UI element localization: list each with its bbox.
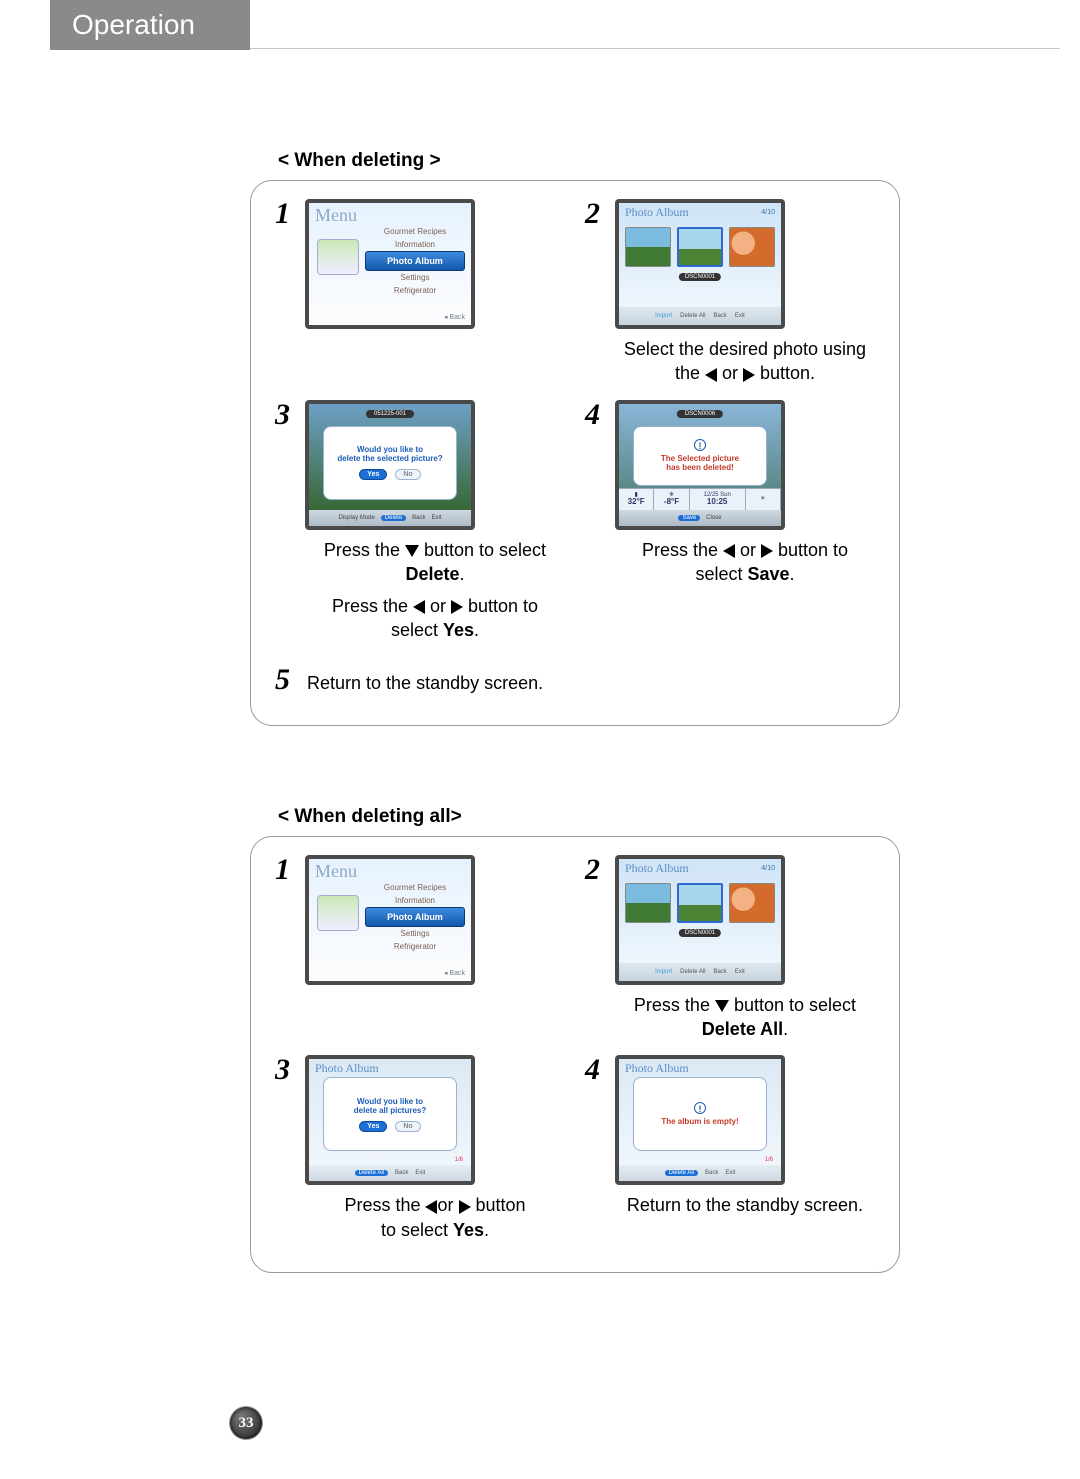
photo-thumb (729, 227, 775, 267)
step-number: 2 (585, 855, 607, 885)
dialog-yes: Yes (359, 469, 387, 480)
s2-step3: 3 Photo Album Would you like to delete a… (275, 1055, 565, 1242)
left-arrow-icon (723, 544, 735, 558)
menu-screen: Menu Gourmet Recipes Information Photo A… (305, 199, 475, 329)
s1-step3-caption2: Press the or button to select Yes. (305, 594, 565, 643)
step-number: 4 (585, 400, 607, 430)
right-arrow-icon (459, 1200, 471, 1214)
s2-step2: 2 Photo Album 4/10 DSC (585, 855, 875, 1042)
right-arrow-icon (743, 368, 755, 382)
menu-title: Menu (315, 205, 357, 226)
album-count: 4/10 (761, 209, 775, 216)
menu-item: Information (365, 238, 465, 251)
step-number: 3 (275, 1055, 297, 1085)
menu-back: ◂ Back (444, 313, 465, 321)
album-footer: Import Delete All Back Exit (619, 307, 781, 325)
right-arrow-icon (761, 544, 773, 558)
delete-dialog-screen: 051225-001 Would you like to delete the … (305, 400, 475, 530)
step-number: 1 (275, 855, 297, 885)
s2-step1: 1 Menu Gourmet Recipes Information Photo… (275, 855, 565, 1042)
s1-step3: 3 051225-001 Would you like to delete th… (275, 400, 565, 643)
delete-all-dialog-screen: Photo Album Would you like to delete all… (305, 1055, 475, 1185)
left-arrow-icon (425, 1200, 437, 1214)
dialog-pill: 051225-001 (366, 410, 414, 418)
step-number: 2 (585, 199, 607, 229)
photo-thumb-selected (677, 227, 723, 267)
content: < When deleting > 1 Menu Gourmet Recipes (250, 70, 900, 1273)
album-empty-screen: Photo Album ! The album is empty! 1/6 De… (615, 1055, 785, 1185)
menu-item: Refrigerator (365, 284, 465, 297)
menu-thumbnail (317, 239, 359, 275)
menu-screen: Menu Gourmet Recipes Information Photo A… (305, 855, 475, 985)
section2-title: < When deleting all> (250, 806, 900, 828)
step-number: 4 (585, 1055, 607, 1085)
album-screen: Photo Album 4/10 DSCN0001 Import (615, 855, 785, 985)
info-icon: ! (694, 439, 706, 451)
s2-step2-caption: Press the button to select Delete All. (615, 993, 875, 1042)
down-arrow-icon (715, 1000, 729, 1012)
s1-step2: 2 Photo Album 4/10 DSC (585, 199, 875, 386)
step-number: 1 (275, 199, 297, 229)
section1-title: < When deleting > (250, 150, 900, 172)
step-number: 3 (275, 400, 297, 430)
page-number-badge: 33 (230, 1407, 262, 1439)
info-icon: ! (694, 1102, 706, 1114)
header-rule (250, 48, 1060, 49)
s1-step5-text: Return to the standby screen. (307, 673, 543, 694)
s2-step4-caption: Return to the standby screen. (615, 1193, 875, 1217)
left-arrow-icon (705, 368, 717, 382)
section-tab: Operation (50, 0, 250, 50)
photo-thumb (625, 227, 671, 267)
s2-step4: 4 Photo Album ! The album is empty! 1/6 (585, 1055, 875, 1242)
s1-step5: 5 Return to the standby screen. (275, 665, 875, 695)
menu-item: Settings (365, 271, 465, 284)
step-number: 5 (275, 665, 297, 695)
s1-step4-caption: Press the or button to select Save. (615, 538, 875, 587)
dialog-no: No (395, 469, 420, 480)
section1-panel: 1 Menu Gourmet Recipes Information Photo… (250, 180, 900, 726)
s1-step4: 4 DSCN0006 ! The Selected picture has be… (585, 400, 875, 643)
dialog-pill: DSCN0006 (677, 410, 723, 418)
s1-step3-caption: Press the button to select Delete. (305, 538, 565, 587)
album-screen: Photo Album 4/10 DSCN0001 Import (615, 199, 785, 329)
left-arrow-icon (413, 600, 425, 614)
down-arrow-icon (405, 545, 419, 557)
menu-item-selected: Photo Album (365, 251, 465, 271)
section2-panel: 1 Menu Gourmet Recipes Information Photo… (250, 836, 900, 1273)
menu-item: Gourmet Recipes (365, 225, 465, 238)
photo-label: DSCN0001 (679, 273, 721, 281)
section-heading: Operation (72, 9, 195, 41)
s1-step1: 1 Menu Gourmet Recipes Information Photo… (275, 199, 565, 386)
album-title: Photo Album (625, 205, 689, 220)
deleted-confirm-screen: DSCN0006 ! The Selected picture has been… (615, 400, 785, 530)
s2-step3-caption: Press the or button to select Yes. (305, 1193, 565, 1242)
right-arrow-icon (451, 600, 463, 614)
s1-step2-caption: Select the desired photo using the or bu… (615, 337, 875, 386)
